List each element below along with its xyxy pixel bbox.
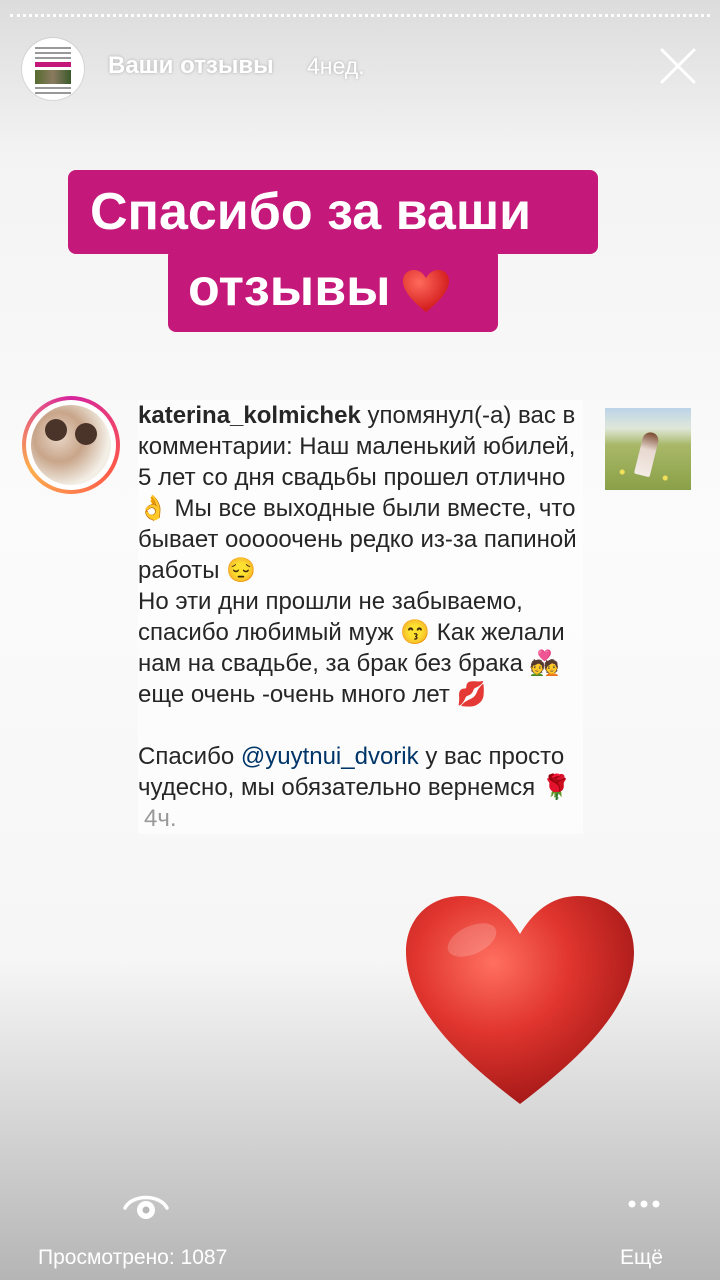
comment-body-2: Но эти дни прошли не забываемо, спасибо …: [138, 588, 565, 708]
post-thumbnail: [605, 408, 691, 490]
story-title[interactable]: Ваши отзывы: [108, 52, 274, 80]
comment-thanks-prefix: Спасибо: [138, 743, 235, 770]
comment-mention-link: @yuytnui_dvorik: [240, 743, 419, 770]
story-progress-bar: [10, 14, 710, 20]
sticker-text-line1: Спасибо за ваши: [90, 183, 532, 241]
heart-emoji-icon: [402, 270, 449, 313]
comment-text: katerina_kolmichek упомянул(-а) вас в ко…: [138, 400, 583, 834]
story-time: 4нед.: [307, 53, 365, 79]
close-button[interactable]: [658, 46, 698, 86]
comment-username: katerina_kolmichek: [138, 402, 361, 429]
heart-sticker: [406, 896, 634, 1104]
more-dots-icon: [628, 1200, 660, 1208]
eye-icon: [123, 1195, 169, 1219]
thanks-sticker-line2: отзывы: [168, 248, 498, 332]
comment-paragraph-1: katerina_kolmichek упомянул(-а) вас в ко…: [138, 400, 583, 586]
avatar-thumbnail: [32, 44, 74, 94]
more-button[interactable]: [626, 1194, 662, 1214]
comment-body-1: упомянул(-а) вас в комментарии: Наш мале…: [138, 402, 577, 584]
comment-paragraph-3: Спасибо @yuytnui_dvorik у вас просто чуд…: [138, 741, 583, 834]
close-icon: [660, 48, 696, 84]
sticker-text-line2: отзывы: [188, 259, 391, 317]
comment-screenshot: katerina_kolmichek упомянул(-а) вас в ко…: [22, 380, 702, 910]
seen-by-button[interactable]: [122, 1184, 170, 1224]
comment-time: 4ч.: [144, 805, 177, 832]
comment-paragraph-2: Но эти дни прошли не забываемо, спасибо …: [138, 586, 583, 710]
story-footer: Просмотрено: 1087 Ещё: [0, 1140, 720, 1280]
story-avatar[interactable]: [22, 38, 84, 100]
thanks-sticker-line1: Спасибо за ваши: [68, 170, 598, 254]
seen-count-label[interactable]: Просмотрено: 1087: [38, 1246, 227, 1270]
more-label[interactable]: Ещё: [620, 1246, 663, 1270]
sticker-line2-wrap: отзывы: [188, 262, 451, 314]
commenter-avatar: [22, 396, 120, 494]
story-header: Ваши отзывы 4нед.: [22, 38, 698, 100]
